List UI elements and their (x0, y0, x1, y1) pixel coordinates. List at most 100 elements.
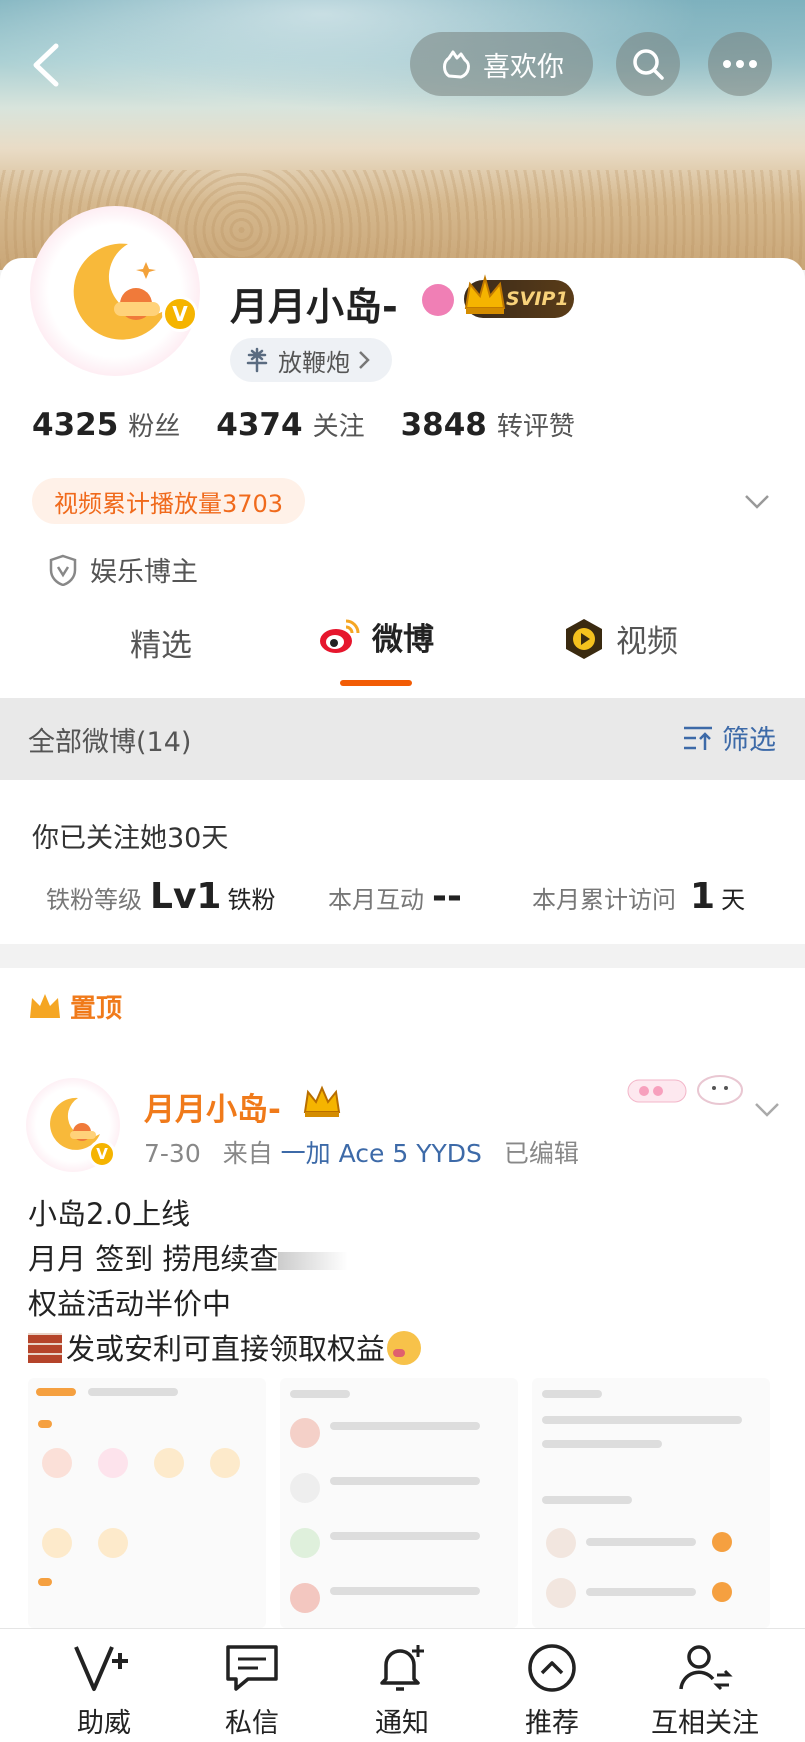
cheer-v-plus-icon (74, 1646, 128, 1691)
thumb-icon (712, 1532, 732, 1552)
following-stat[interactable]: 4374 关注 (216, 406, 364, 443)
like-you-button[interactable]: 喜欢你 (410, 32, 593, 96)
interactions-stat[interactable]: 3848 转评赞 (401, 406, 575, 443)
thumb-bar (290, 1390, 350, 1398)
mutual-follow-button[interactable]: 互相关注 (640, 1639, 770, 1740)
profile-card: V 月月小岛- SVIP1 放鞭炮 4325 粉丝 4374 关注 3848 转… (0, 206, 805, 700)
search-icon (633, 49, 664, 80)
thumb-bar (88, 1388, 178, 1396)
thumb-bar (586, 1538, 696, 1546)
thumb-bar (330, 1477, 480, 1485)
tab-weibo[interactable]: 微博 (318, 614, 434, 659)
cheer-button[interactable]: 助威 (44, 1639, 164, 1740)
post-image-2[interactable] (280, 1378, 518, 1628)
tab-weibo-label: 微博 (372, 622, 434, 658)
post-image-1[interactable] (28, 1378, 266, 1628)
filter-button[interactable]: 筛选 (682, 718, 776, 757)
pinned-post[interactable]: 置顶 V 月月小岛- 7-30 来自 一加 Ace 5 YYDS 已编辑 小岛2… (0, 968, 805, 1628)
mutual-follow-label: 互相关注 (651, 1708, 759, 1739)
thumb-icon (154, 1448, 184, 1478)
video-play-count-pill[interactable]: 视频累计播放量3703 (32, 478, 306, 524)
following-count: 4374 (216, 407, 303, 443)
bell-plus-icon (380, 1645, 424, 1691)
post-author-avatar[interactable]: V (26, 1078, 120, 1172)
interactions-count: 3848 (400, 407, 487, 443)
avatar[interactable]: V (30, 206, 200, 376)
fan-level-suffix: 铁粉 (227, 886, 276, 914)
post-meta: 7-30 来自 一加 Ace 5 YYDS 已编辑 (144, 1134, 579, 1170)
chevron-down-icon[interactable] (742, 486, 772, 516)
post-body: 小岛2.0上线 月月 签到 捞甩续查 权益活动半价中 发或安利可直接领取权益 (28, 1192, 422, 1372)
monthly-interaction-group: 本月互动 -- (328, 876, 532, 917)
monthly-visits-label: 本月累计访问 (532, 886, 676, 914)
user-mutual-icon (679, 1645, 733, 1691)
thumb-bar (542, 1496, 632, 1504)
badge-tag-label: 放鞭炮 (278, 348, 350, 377)
fan-level-group[interactable]: 铁粉等级 Lv1 铁粉 (46, 876, 328, 917)
notify-button[interactable]: 通知 (342, 1639, 462, 1740)
followers-label: 粉丝 (128, 412, 181, 442)
verified-v-icon: V (88, 1140, 116, 1168)
fan-level-value: Lv1 (150, 876, 222, 917)
crown-badge-icon (303, 1085, 341, 1117)
post-device[interactable]: 一加 Ace 5 YYDS (281, 1139, 482, 1168)
certification-row[interactable]: 娱乐博主 (48, 550, 198, 589)
back-button[interactable] (26, 40, 66, 90)
cover-sea (0, 0, 805, 140)
gender-female-icon (422, 284, 454, 316)
monthly-visits-value: 1 (690, 876, 716, 917)
message-label: 私信 (225, 1708, 279, 1739)
profile-name: 月月小岛- (230, 285, 398, 329)
tab-featured[interactable]: 精选 (130, 620, 192, 665)
thumb-icon (98, 1448, 128, 1478)
followers-stat[interactable]: 4325 粉丝 (32, 406, 180, 443)
verified-v-icon: V (162, 296, 198, 332)
post-image-3[interactable] (532, 1378, 770, 1628)
all-posts-label[interactable]: 全部微博(14) (28, 720, 191, 759)
recommend-button[interactable]: 推荐 (492, 1639, 612, 1740)
feed-filter-bar: 全部微博(14) 筛选 (0, 698, 805, 780)
chevron-left-icon (33, 43, 59, 87)
crown-icon (464, 274, 506, 314)
search-button[interactable] (616, 32, 680, 96)
tab-video-label: 视频 (616, 624, 678, 660)
monthly-visits-unit: 天 (721, 886, 746, 914)
thumb-bar (542, 1390, 602, 1398)
thumb-icon (290, 1528, 320, 1558)
recommend-label: 推荐 (525, 1708, 579, 1739)
post-line-text: 发或安利可直接领取权益 (66, 1332, 386, 1366)
thumb-icon (712, 1582, 732, 1602)
tab-featured-label: 精选 (130, 628, 192, 664)
chat-bubble-icon (226, 1645, 278, 1691)
more-button[interactable] (708, 32, 772, 96)
svip-badge[interactable]: SVIP1 (464, 274, 574, 318)
post-author-name[interactable]: 月月小岛- (144, 1084, 281, 1129)
thumb-icon (42, 1448, 72, 1478)
certification-label: 娱乐博主 (90, 557, 198, 588)
following-label: 关注 (312, 412, 365, 442)
post-from-label: 来自 (222, 1139, 273, 1168)
filter-label: 筛选 (722, 725, 776, 756)
post-date: 7-30 (144, 1139, 201, 1168)
filter-icon (684, 726, 712, 750)
post-line-4: 发或安利可直接领取权益 (28, 1327, 422, 1372)
badge-tag-button[interactable]: 放鞭炮 (230, 338, 392, 382)
cheer-label: 助威 (77, 1708, 131, 1739)
like-you-label: 喜欢你 (483, 51, 564, 83)
message-button[interactable]: 私信 (192, 1639, 312, 1740)
thumb-icon (546, 1528, 576, 1558)
followers-count: 4325 (32, 407, 119, 443)
thumb-icon (290, 1473, 320, 1503)
post-line-2: 月月 签到 捞甩续查 (28, 1237, 421, 1282)
monthly-interaction-label: 本月互动 (328, 886, 424, 914)
moon-avatar-icon (73, 243, 166, 340)
pinned-label: 置顶 (70, 994, 123, 1024)
thumb-icon (42, 1528, 72, 1558)
fan-status-card: 你已关注她30天 铁粉等级 Lv1 铁粉 本月互动 -- 本月累计访问 1 天 (0, 780, 805, 944)
chevron-down-icon[interactable] (752, 1094, 782, 1124)
tab-video[interactable]: 视频 (562, 616, 678, 661)
notify-label: 通知 (375, 1708, 429, 1739)
text-fade (278, 1252, 349, 1270)
crown-icon (30, 993, 60, 1018)
hand-heart-icon (443, 50, 470, 79)
